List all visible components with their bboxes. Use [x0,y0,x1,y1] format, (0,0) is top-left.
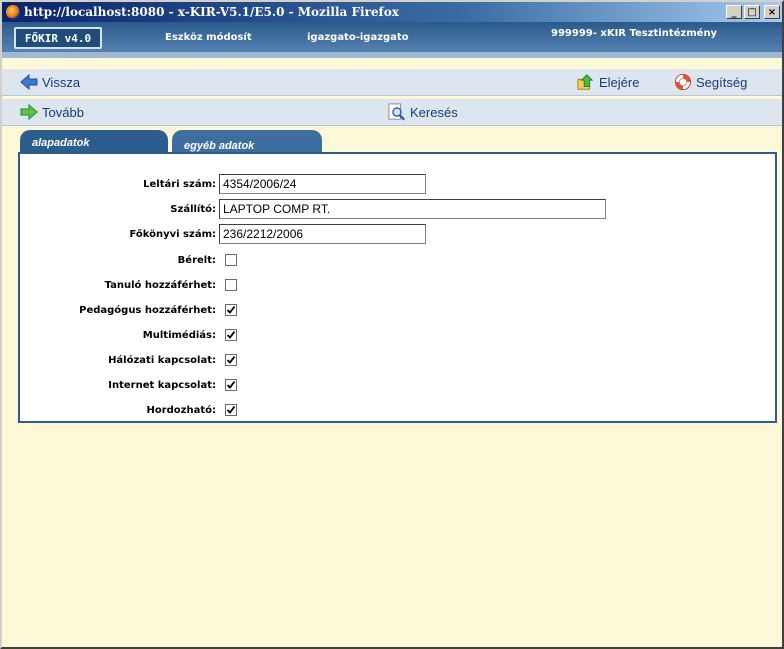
row-leltari-szam: Leltári szám: [20,174,775,196]
search-icon [388,103,406,121]
arrow-left-icon [20,73,38,91]
row-berelt: Bérelt: [20,250,775,272]
leltari-szam-input[interactable] [219,174,426,194]
berelt-label: Bérelt: [177,255,216,266]
top-button[interactable]: Elejére [577,73,639,91]
halozati-kapcsolat-checkbox[interactable] [225,354,237,366]
row-internet-kapcsolat: Internet kapcsolat: [20,375,775,397]
tab-egyeb-adatok-label: egyéb adatok [184,139,255,152]
toolbar-navigation: Vissza Elejére Segítség [2,69,782,96]
internet-kapcsolat-checkbox[interactable] [225,379,237,391]
top-label: Elejére [599,74,640,90]
multimedias-label: Multimédiás: [142,330,216,341]
row-pedagogus-hozzaferhet: Pedagógus hozzáférhet: [20,300,775,322]
pedagogus-hozzaferhet-label: Pedagógus hozzáférhet: [79,305,216,316]
row-tanulo-hozzaferhet: Tanuló hozzáférhet: [20,275,775,297]
help-button[interactable]: Segítség [674,73,747,91]
window-title: http://localhost:8080 - x-KIR-V5.1/E5.0 … [24,5,399,19]
row-fokonyvi-szam: Főkönyvi szám: [20,224,775,246]
internet-kapcsolat-label: Internet kapcsolat: [108,380,216,391]
lifebuoy-icon [674,73,692,91]
fokonyvi-szam-input[interactable] [219,224,426,244]
row-szallito: Szállító: [20,199,775,221]
form-panel: Leltári szám: Szállító: Főkönyvi szám: B… [18,152,777,423]
back-label: Vissza [42,74,81,90]
app-logo: FŐKIR v4.0 [14,27,102,49]
tanulo-hozzaferhet-checkbox[interactable] [225,279,237,291]
szallito-input[interactable] [219,199,606,219]
arrow-right-icon [20,103,38,121]
halozati-kapcsolat-label: Hálózati kapcsolat: [108,355,216,366]
search-label: Keresés [410,104,458,120]
close-button[interactable]: × [764,5,780,19]
title-bar: http://localhost:8080 - x-KIR-V5.1/E5.0 … [2,2,782,22]
szallito-label: Szállító: [170,204,216,215]
row-multimedias: Multimédiás: [20,325,775,347]
help-label: Segítség [696,74,748,90]
search-button[interactable]: Keresés [388,103,458,121]
row-halozati-kapcsolat: Hálózati kapcsolat: [20,350,775,372]
app-header: FŐKIR v4.0 Eszköz módosít igazgato-igazg… [2,22,782,58]
hordozhato-label: Hordozható: [146,405,216,416]
back-button[interactable]: Vissza [20,73,80,91]
header-divider [2,52,782,58]
row-hordozhato: Hordozható: [20,400,775,422]
berelt-checkbox[interactable] [225,254,237,266]
leltari-szam-label: Leltári szám: [143,179,216,190]
firefox-icon [6,5,20,19]
toolbar-actions: Tovább Keresés [2,99,782,126]
multimedias-checkbox[interactable] [225,329,237,341]
user-name: igazgato-igazgato [307,32,409,43]
home-up-icon [577,73,595,91]
pedagogus-hozzaferhet-checkbox[interactable] [225,304,237,316]
tab-alapadatok-label: alapadatok [32,136,90,149]
next-label: Tovább [42,104,84,120]
next-button[interactable]: Tovább [20,103,84,121]
tanulo-hozzaferhet-label: Tanuló hozzáférhet: [104,280,216,291]
hordozhato-checkbox[interactable] [225,404,237,416]
fokonyvi-szam-label: Főkönyvi szám: [129,229,216,240]
maximize-button[interactable]: □ [744,5,760,19]
institution-name: 999999- xKIR Tesztintézmény [551,28,718,39]
function-title: Eszköz módosít [165,32,252,43]
browser-window: http://localhost:8080 - x-KIR-V5.1/E5.0 … [0,0,784,649]
minimize-button[interactable]: _ [726,5,742,19]
